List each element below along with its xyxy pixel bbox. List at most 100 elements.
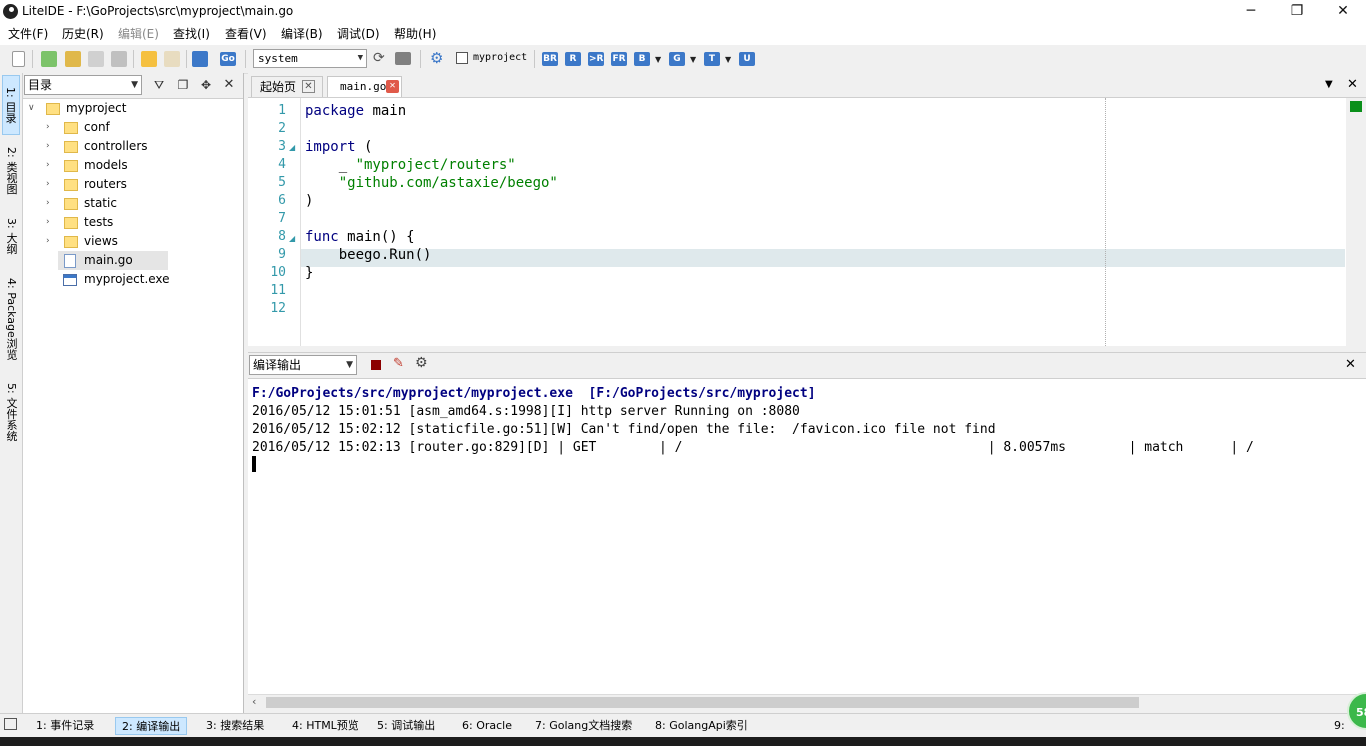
close-window-button[interactable]: ✕ [1320, 0, 1366, 24]
open-file-icon[interactable] [41, 51, 57, 67]
code-line-1: package main [305, 102, 558, 120]
chevron-down-icon[interactable]: ▼ [690, 55, 696, 64]
save-all-icon[interactable] [111, 51, 127, 67]
folder-icon [64, 198, 78, 210]
forward-arrow-icon[interactable] [164, 51, 180, 67]
project-checkbox[interactable] [456, 52, 468, 64]
tree-item-label: views [84, 234, 118, 248]
sync-icon[interactable]: ✥ [198, 77, 214, 93]
close-output-icon[interactable]: ✕ [1345, 357, 1356, 372]
tree-item-folder[interactable]: › tests [24, 213, 242, 232]
maximize-button[interactable]: ❐ [1274, 0, 1320, 24]
console-icon[interactable] [395, 52, 411, 65]
tab-oracle[interactable]: 6: Oracle [456, 717, 518, 735]
close-panel-icon[interactable]: ✕ [221, 77, 237, 93]
tab-debug-output[interactable]: 5: 调试输出 [371, 717, 441, 735]
tree-item-folder[interactable]: › controllers [24, 137, 242, 156]
tree-item-folder[interactable]: › routers [24, 175, 242, 194]
output-line: 2016/05/12 15:01:51 [asm_amd64.s:1998][I… [252, 404, 800, 419]
line-number: 5 [278, 175, 286, 190]
fold-marker-icon[interactable]: ◢ [289, 143, 295, 152]
filter-icon[interactable]: ⛛ [151, 77, 167, 93]
stop-icon[interactable] [371, 360, 381, 370]
home-icon[interactable] [192, 51, 208, 67]
panel-toggle-icon[interactable] [4, 718, 17, 730]
tab-search-results[interactable]: 3: 搜索结果 [200, 717, 270, 735]
menu-edit[interactable]: 编辑(E) [118, 26, 159, 43]
side-tab-directory[interactable]: 1: 目录 [2, 75, 20, 135]
tree-view-select[interactable]: 目录 ▼ [24, 75, 142, 95]
chevron-right-icon: › [46, 198, 50, 208]
gear-icon[interactable]: ⚙ [415, 355, 428, 371]
close-icon[interactable]: ✕ [386, 80, 399, 93]
toolbar-separator [534, 50, 535, 68]
liteide-logo-icon [3, 4, 18, 19]
chevron-down-icon[interactable]: ▼ [655, 55, 661, 64]
code-text: main() { [338, 229, 415, 245]
tree-item-root[interactable]: ∨ myproject [24, 99, 242, 118]
side-tab-filesystem[interactable]: 5: 文件系统 [2, 373, 20, 451]
test-button[interactable]: T [704, 52, 720, 66]
open-folder-icon[interactable] [65, 51, 81, 67]
code-keyword: import [305, 139, 356, 155]
scroll-left-icon[interactable]: ‹ [252, 695, 256, 708]
file-run-button[interactable]: FR [611, 52, 627, 66]
chevron-down-icon: ∨ [28, 103, 35, 113]
close-icon[interactable]: ✕ [302, 80, 315, 93]
clear-output-icon[interactable]: ✎ [393, 356, 404, 371]
back-arrow-icon[interactable] [141, 51, 157, 67]
tree-item-folder[interactable]: › conf [24, 118, 242, 137]
chevron-right-icon: › [46, 236, 50, 246]
menu-view[interactable]: 查看(V) [225, 26, 267, 43]
environment-select[interactable]: system ▼ [253, 49, 367, 68]
refresh-icon[interactable]: ⟳ [373, 50, 385, 66]
update-button[interactable]: U [739, 52, 755, 66]
menu-help[interactable]: 帮助(H) [394, 26, 436, 43]
tree-item-file-selected[interactable]: main.go [58, 251, 168, 270]
tab-welcome[interactable]: 起始页 ✕ [251, 76, 323, 97]
close-editor-icon[interactable]: ✕ [1347, 77, 1358, 92]
tab-golangapi-index[interactable]: 8: GolangApi索引 [649, 717, 754, 735]
menu-build[interactable]: 编译(B) [281, 26, 323, 43]
code-text: _ [305, 157, 356, 173]
output-source-select[interactable]: 编译输出 ▼ [249, 355, 357, 375]
scrollbar-thumb[interactable] [266, 697, 1139, 708]
tree-item-label: myproject.exe [84, 272, 170, 286]
editor-vertical-scrollbar[interactable] [1346, 98, 1366, 346]
menu-file[interactable]: 文件(F) [8, 26, 48, 43]
gear-icon[interactable]: ⚙ [430, 49, 443, 67]
menu-find[interactable]: 查找(I) [173, 26, 210, 43]
menu-debug[interactable]: 调试(D) [337, 26, 380, 43]
get-button[interactable]: G [669, 52, 685, 66]
tab-html-preview[interactable]: 4: HTML预览 [286, 717, 365, 735]
tab-event-log[interactable]: 1: 事件记录 [30, 717, 100, 735]
tab-main-go[interactable]: main.go ✕ [327, 76, 402, 97]
tab-overflow[interactable]: 9: [1328, 717, 1351, 735]
menu-history[interactable]: 历史(R) [62, 26, 104, 43]
tree-item-file[interactable]: myproject.exe [58, 270, 198, 289]
tab-list-chevron-icon[interactable]: ▼ [1325, 79, 1333, 90]
build-run-button[interactable]: BR [542, 52, 558, 66]
side-tab-class-view[interactable]: 2: 类视图 [2, 140, 20, 202]
side-tab-outline[interactable]: 3: 大纲 [2, 207, 20, 265]
new-file-icon[interactable] [12, 51, 25, 67]
tab-build-output[interactable]: 2: 编译输出 [115, 717, 188, 735]
minimize-button[interactable]: ─ [1228, 0, 1274, 24]
run-term-button[interactable]: >R [588, 52, 605, 66]
tab-golang-doc-search[interactable]: 7: Golang文档搜索 [529, 717, 638, 735]
build-button[interactable]: B [634, 52, 650, 66]
save-icon[interactable] [88, 51, 104, 67]
line-number: 12 [270, 301, 286, 316]
run-button[interactable]: R [565, 52, 581, 66]
tree-item-folder[interactable]: › views [24, 232, 242, 251]
go-icon[interactable]: Go [220, 52, 236, 66]
code-text: ( [355, 139, 373, 155]
tree-item-folder[interactable]: › static [24, 194, 242, 213]
tree-item-folder[interactable]: › models [24, 156, 242, 175]
output-line: F:/GoProjects/src/myproject/myproject.ex… [252, 386, 816, 401]
chevron-down-icon[interactable]: ▼ [725, 55, 731, 64]
new-window-icon[interactable]: ❐ [175, 77, 191, 93]
side-tab-package-browser[interactable]: 4: Package浏览 [2, 270, 20, 368]
fold-marker-icon[interactable]: ◢ [289, 234, 295, 243]
